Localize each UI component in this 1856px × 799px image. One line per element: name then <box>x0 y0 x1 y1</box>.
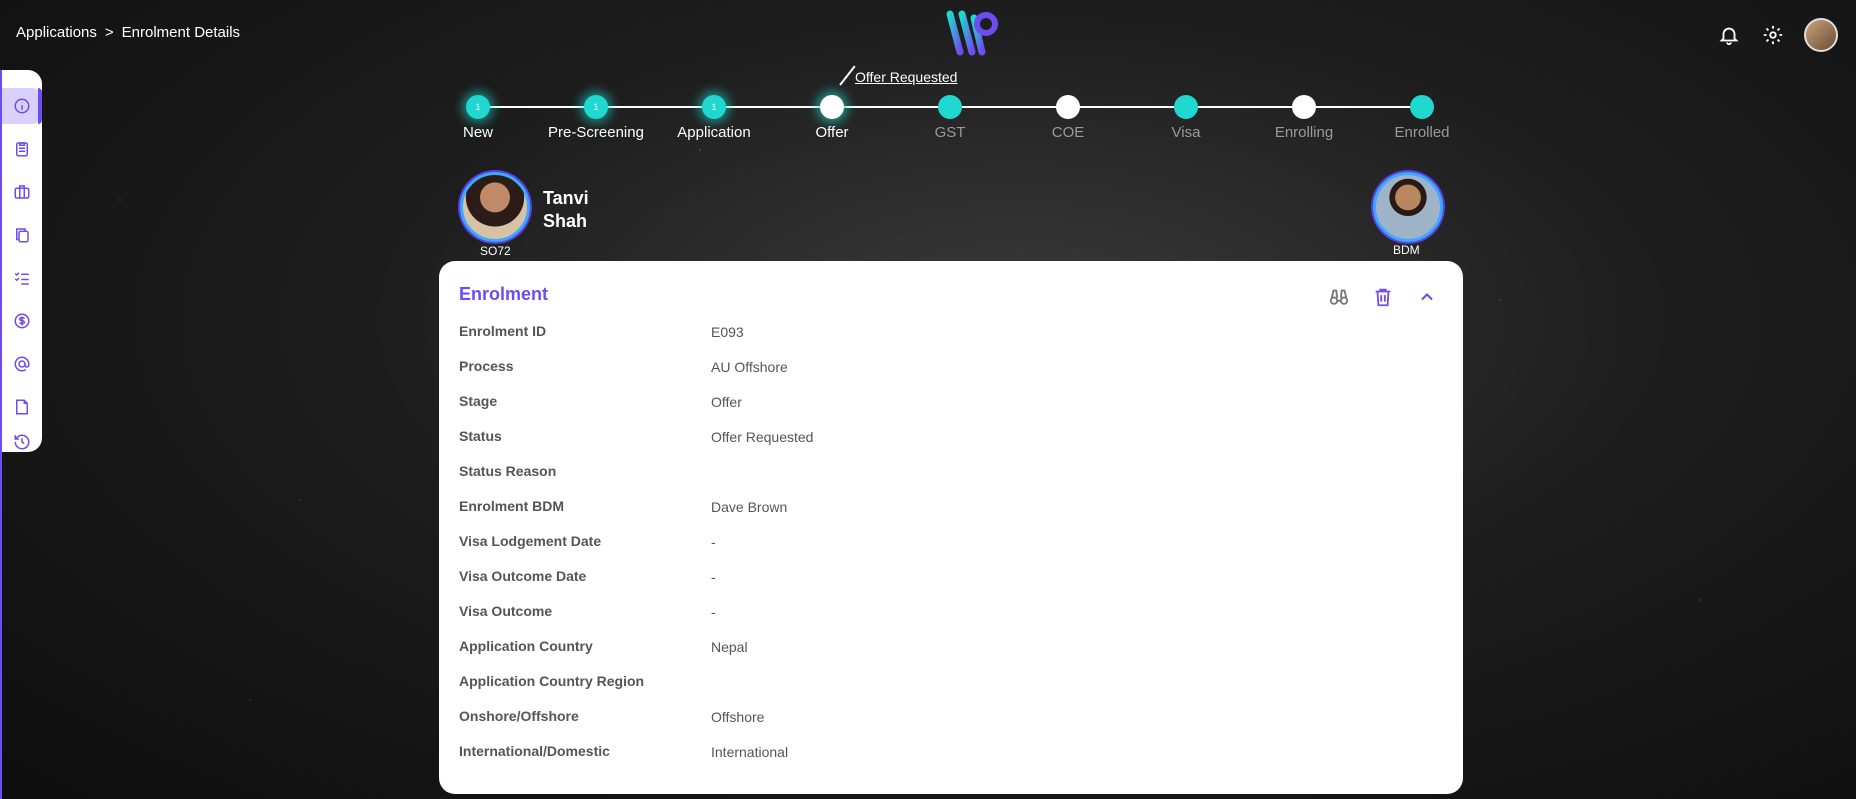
chevron-up-icon[interactable] <box>1415 285 1439 309</box>
file-icon <box>16 399 28 415</box>
enrolment-card: Enrolment Enrolment ID E093 Process AU O… <box>439 261 1463 794</box>
header-actions <box>1716 18 1838 52</box>
field-value: Offshore <box>711 709 765 725</box>
field-row: Onshore/Offshore Offshore <box>459 708 1359 743</box>
checklist-icon <box>14 272 29 285</box>
sidebar-item-checklist[interactable] <box>2 260 42 296</box>
info-icon <box>14 98 30 114</box>
sidebar-item-briefcase[interactable] <box>2 174 42 210</box>
student-name: Tanvi Shah <box>543 188 589 231</box>
field-label: Visa Outcome <box>459 603 553 619</box>
bdm-avatar[interactable] <box>1373 172 1443 242</box>
field-label: Process <box>459 358 514 374</box>
sidebar-item-clipboard[interactable] <box>2 131 42 167</box>
dollar-icon <box>14 313 30 329</box>
field-label: Stage <box>459 393 498 409</box>
sidebar-item-documents[interactable] <box>2 389 42 425</box>
breadcrumb-applications-link[interactable]: Applications <box>16 24 97 41</box>
step-application-marker[interactable]: 1 <box>702 95 726 119</box>
field-row: Stage Offer <box>459 393 1359 428</box>
breadcrumb-current: Enrolment Details <box>121 24 241 41</box>
field-label: Onshore/Offshore <box>459 708 579 724</box>
step-gst-marker[interactable] <box>938 95 962 119</box>
step-offer-marker[interactable] <box>820 95 844 119</box>
user-avatar[interactable] <box>1804 18 1838 52</box>
gear-icon[interactable] <box>1760 22 1786 48</box>
sidebar-item-history[interactable] <box>2 432 42 452</box>
field-label: Visa Outcome Date <box>459 568 587 584</box>
bell-icon[interactable] <box>1716 22 1742 48</box>
field-value: AU Offshore <box>711 359 788 375</box>
field-label: Enrolment ID <box>459 323 547 339</box>
field-value: - <box>711 604 716 620</box>
field-label: Status <box>459 428 502 444</box>
field-value: Nepal <box>711 639 748 655</box>
field-value: Dave Brown <box>711 499 788 515</box>
step-offer-label: Offer <box>815 124 849 141</box>
field-row: Visa Outcome Date - <box>459 568 1359 603</box>
field-row: Process AU Offshore <box>459 358 1359 393</box>
field-value: - <box>711 569 716 585</box>
binoculars-icon[interactable] <box>1327 285 1351 309</box>
app-logo[interactable] <box>946 10 998 56</box>
field-row: Application Country Nepal <box>459 638 1359 673</box>
clipboard-icon <box>16 142 28 157</box>
field-row: Visa Outcome - <box>459 603 1359 638</box>
step-visa-marker[interactable] <box>1174 95 1198 119</box>
step-application-label: Application <box>677 124 751 141</box>
sidebar-item-info[interactable] <box>2 88 42 124</box>
sidebar-item-copy[interactable] <box>2 217 42 253</box>
stepper-callout-line <box>839 65 856 86</box>
field-value: International <box>711 744 789 760</box>
briefcase-icon <box>14 185 30 199</box>
step-coe-label: COE <box>1051 124 1085 141</box>
student-id: SO72 <box>480 244 511 258</box>
breadcrumb-separator: > <box>104 24 114 41</box>
field-row: Status Reason <box>459 463 1359 498</box>
step-visa-label: Visa <box>1171 124 1201 141</box>
field-label: Enrolment BDM <box>459 498 564 514</box>
at-icon <box>14 356 30 372</box>
field-row: Enrolment ID E093 <box>459 323 1359 358</box>
sidebar-item-email[interactable] <box>2 346 42 382</box>
copy-icon <box>16 228 29 243</box>
step-pre-screening-label: Pre-Screening <box>548 124 644 141</box>
breadcrumb: Applications > Enrolment Details <box>16 24 240 41</box>
field-value: Offer <box>711 394 742 410</box>
field-label: Application Country <box>459 638 593 654</box>
step-coe-marker[interactable] <box>1056 95 1080 119</box>
card-title: Enrolment <box>459 284 549 304</box>
history-icon <box>14 434 30 450</box>
trash-icon[interactable] <box>1371 285 1395 309</box>
field-row: International/Domestic International <box>459 743 1359 778</box>
card-actions <box>1327 285 1439 309</box>
student-avatar[interactable] <box>460 172 530 242</box>
step-enrolling-label: Enrolling <box>1274 124 1334 141</box>
field-value: Offer Requested <box>711 429 814 445</box>
stepper-callout: Offer Requested <box>855 69 958 85</box>
field-row: Application Country Region <box>459 673 1359 708</box>
field-value: - <box>711 534 716 550</box>
bdm-label: BDM <box>1393 243 1420 257</box>
field-row: Enrolment BDM Dave Brown <box>459 498 1359 533</box>
field-label: International/Domestic <box>459 743 610 759</box>
sidebar <box>2 70 42 452</box>
field-row: Status Offer Requested <box>459 428 1359 463</box>
step-new-marker[interactable]: 1 <box>466 95 490 119</box>
field-row: Visa Lodgement Date - <box>459 533 1359 568</box>
step-enrolled-label: Enrolled <box>1394 124 1450 141</box>
step-new-label: New <box>462 124 494 141</box>
sidebar-item-finance[interactable] <box>2 303 42 339</box>
step-pre-screening-marker[interactable]: 1 <box>584 95 608 119</box>
field-label: Application Country Region <box>459 673 645 689</box>
field-label: Status Reason <box>459 463 557 479</box>
step-gst-label: GST <box>934 124 966 141</box>
field-value: E093 <box>711 324 744 340</box>
step-enrolled-marker[interactable] <box>1410 95 1434 119</box>
step-enrolling-marker[interactable] <box>1292 95 1316 119</box>
field-label: Visa Lodgement Date <box>459 533 602 549</box>
